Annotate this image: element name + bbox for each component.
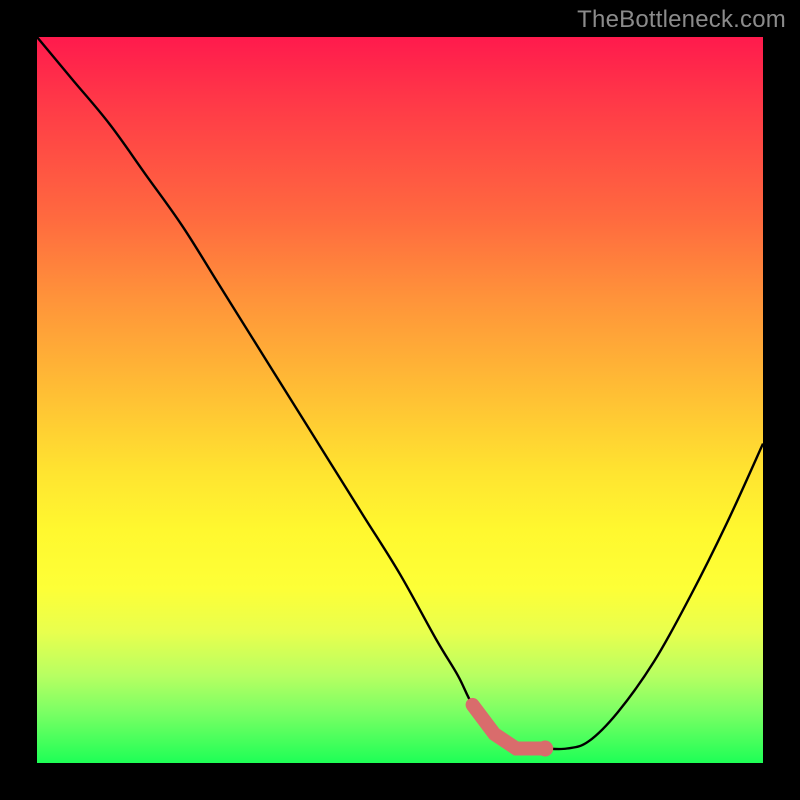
bottleneck-curve [37,37,763,763]
trough-end-dot [537,741,553,757]
curve-line [37,37,763,750]
watermark-text: TheBottleneck.com [577,6,786,34]
chart-container: TheBottleneck.com [0,0,800,800]
trough-highlight [473,705,546,749]
gradient-plot-area [37,37,763,763]
